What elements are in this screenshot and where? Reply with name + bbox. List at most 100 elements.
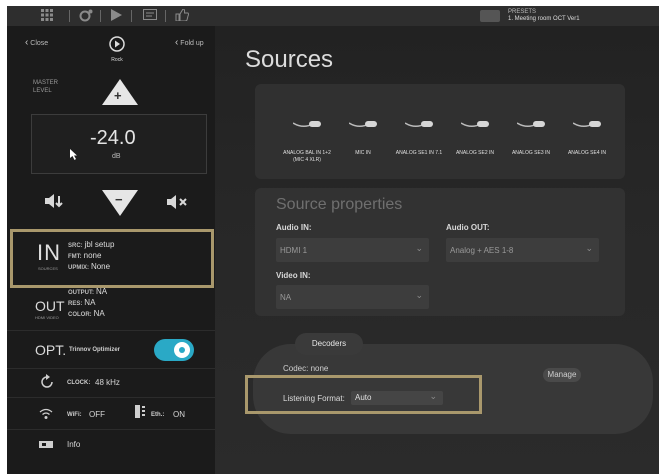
audio-out-value: Analog + AES 1-8: [450, 246, 514, 255]
chevron-down-icon: ⌄: [585, 243, 593, 253]
source-item[interactable]: ANALOG SE1 IN 7.1: [391, 84, 447, 179]
volume-value: -24.0: [90, 127, 136, 149]
source-label: ANALOG BAL IN 1+2 (MIC 4 XLR): [283, 150, 331, 163]
chevron-left-icon: ‹: [25, 37, 29, 48]
optimizer-toggle[interactable]: [154, 339, 194, 361]
cable-icon: [405, 121, 433, 127]
output-value: NA: [95, 287, 108, 296]
audio-in-value: HDMI 1: [280, 246, 308, 255]
color-value: NA: [93, 309, 105, 318]
audio-in-label: Audio IN:: [276, 223, 312, 232]
output-key: OUTPUT:: [68, 290, 94, 296]
logo: Rock: [108, 36, 126, 63]
cable-icon: [573, 121, 601, 127]
volume-down-small-button[interactable]: [45, 193, 65, 212]
speaker-down-icon: [45, 194, 63, 208]
tab-decoders[interactable]: Decoders: [295, 333, 363, 355]
mute-icon: [167, 195, 187, 209]
presets-value: 1. Meeting room OCT Ver1: [508, 16, 580, 22]
fold-up-label: Fold up: [180, 40, 204, 47]
audio-in-select[interactable]: HDMI 1 ⌄: [276, 238, 429, 262]
wifi-value: OFF: [89, 410, 105, 419]
source-item[interactable]: ANALOG BAL IN 1+2 (MIC 4 XLR): [279, 84, 335, 179]
master-level-label: MASTER LEVEL: [33, 80, 59, 94]
page-title: Sources: [245, 46, 334, 73]
video-in-select[interactable]: NA ⌄: [276, 285, 429, 309]
res-key: RES:: [68, 301, 83, 307]
highlight-box-input: [10, 229, 214, 288]
settings-icon[interactable]: [79, 9, 93, 25]
volume-display: -24.0 dB: [31, 114, 207, 174]
eth-value: ON: [173, 410, 185, 419]
eth-key: Eth.:: [151, 412, 165, 418]
divider: [7, 397, 215, 398]
info-label[interactable]: Info: [67, 440, 80, 449]
cable-icon: [293, 121, 321, 127]
highlight-box-listening-format: [245, 375, 482, 414]
chevron-down-icon: ⌄: [415, 243, 423, 253]
source-item[interactable]: ANALOG SE2 IN: [447, 84, 503, 179]
clock-value: 48 kHz: [95, 378, 120, 387]
toggle-knob: [174, 342, 190, 358]
divider: [7, 368, 215, 369]
video-in-label: Video IN:: [276, 271, 311, 280]
clock-icon: [39, 374, 55, 395]
output-sub-label: HDMI VIDEO: [35, 315, 59, 320]
clock-key: CLOCK:: [67, 380, 91, 386]
opt-label: OPT.: [35, 342, 67, 358]
close-label: Close: [30, 40, 49, 47]
source-item[interactable]: MIC IN: [335, 84, 391, 179]
play-icon[interactable]: [111, 9, 122, 24]
grid-icon[interactable]: [41, 9, 53, 24]
volume-unit: dB: [112, 153, 121, 160]
presets-icon: [480, 10, 500, 22]
source-properties-panel: Source properties Audio IN: HDMI 1 ⌄ Aud…: [255, 188, 625, 316]
optimizer-name: Trinnov Optimizer: [69, 347, 121, 353]
toolbar-divider: [131, 10, 132, 22]
screen-icon[interactable]: [143, 9, 157, 23]
cable-icon: [461, 121, 489, 127]
toolbar-divider: [165, 10, 166, 22]
manage-button[interactable]: Manage: [543, 368, 581, 382]
video-in-value: NA: [280, 293, 292, 302]
audio-out-label: Audio OUT:: [446, 223, 490, 232]
source-item[interactable]: ANALOG SE4 IN: [559, 84, 615, 179]
play-circle-icon: [109, 36, 125, 52]
presets-widget[interactable]: PRESETS 1. Meeting room OCT Ver1: [480, 8, 590, 24]
codec-text: Codec: none: [283, 364, 329, 373]
source-label: MIC IN: [355, 150, 371, 156]
app-window: PRESETS 1. Meeting room OCT Ver1 ‹ Close…: [7, 6, 659, 474]
info-icon: [39, 437, 55, 455]
toolbar-divider: [100, 10, 101, 22]
audio-out-select[interactable]: Analog + AES 1-8 ⌄: [446, 238, 599, 262]
res-value: NA: [84, 298, 96, 307]
chevron-down-icon: ⌄: [415, 290, 423, 300]
minus-icon: −: [115, 192, 123, 207]
plus-icon: +: [114, 88, 122, 103]
fold-up-button[interactable]: ‹ Fold up: [175, 37, 204, 48]
cable-icon: [349, 121, 377, 127]
top-toolbar: PRESETS 1. Meeting room OCT Ver1: [7, 6, 659, 26]
chevron-left-icon: ‹: [175, 37, 179, 48]
mute-button[interactable]: [167, 194, 189, 215]
close-button[interactable]: ‹ Close: [25, 37, 48, 48]
color-key: COLOR:: [68, 312, 92, 318]
source-properties-title: Source properties: [276, 196, 403, 213]
thumbs-up-icon[interactable]: [175, 8, 189, 24]
source-label: ANALOG SE4 IN: [567, 150, 607, 156]
logo-text: Rock: [111, 57, 123, 63]
output-big-label[interactable]: OUT: [35, 298, 65, 314]
cable-icon: [517, 121, 545, 127]
cursor-icon: [70, 149, 77, 160]
wifi-key: WiFi:: [67, 412, 82, 418]
ethernet-icon: [134, 404, 146, 425]
source-label: ANALOG SE2 IN: [455, 150, 495, 156]
divider: [7, 330, 215, 331]
sources-carousel: ANALOG BAL IN 1+2 (MIC 4 XLR) MIC IN ANA…: [255, 84, 625, 179]
source-label: ANALOG SE1 IN 7.1: [395, 150, 443, 156]
source-label: ANALOG SE3 IN: [511, 150, 551, 156]
wifi-icon: [39, 407, 53, 425]
divider: [7, 429, 215, 430]
presets-label: PRESETS: [508, 9, 537, 15]
source-item[interactable]: ANALOG SE3 IN: [503, 84, 559, 179]
